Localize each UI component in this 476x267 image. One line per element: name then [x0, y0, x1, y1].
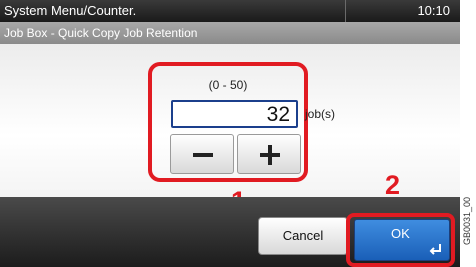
increment-button[interactable]	[237, 134, 301, 174]
decrement-button[interactable]	[170, 134, 234, 174]
sub-title-bar: Job Box - Quick Copy Job Retention	[0, 22, 460, 44]
minus-icon	[193, 153, 213, 157]
retention-value: 32	[266, 103, 290, 126]
ok-label: OK	[391, 226, 410, 241]
cancel-button[interactable]: Cancel	[258, 217, 348, 255]
enter-icon	[429, 244, 441, 255]
clock: 10:10	[417, 3, 450, 18]
page-title: Job Box - Quick Copy Job Retention	[4, 26, 198, 40]
screen-title: System Menu/Counter.	[4, 3, 137, 18]
title-bar: System Menu/Counter. 10:10	[0, 0, 460, 22]
retention-value-field[interactable]: 32	[171, 100, 298, 128]
range-label: (0 - 50)	[208, 78, 248, 92]
ok-button[interactable]: OK	[354, 219, 450, 261]
figure-reference: GB0031_00	[462, 196, 472, 245]
unit-label: job(s)	[305, 107, 336, 121]
title-divider	[345, 0, 346, 22]
